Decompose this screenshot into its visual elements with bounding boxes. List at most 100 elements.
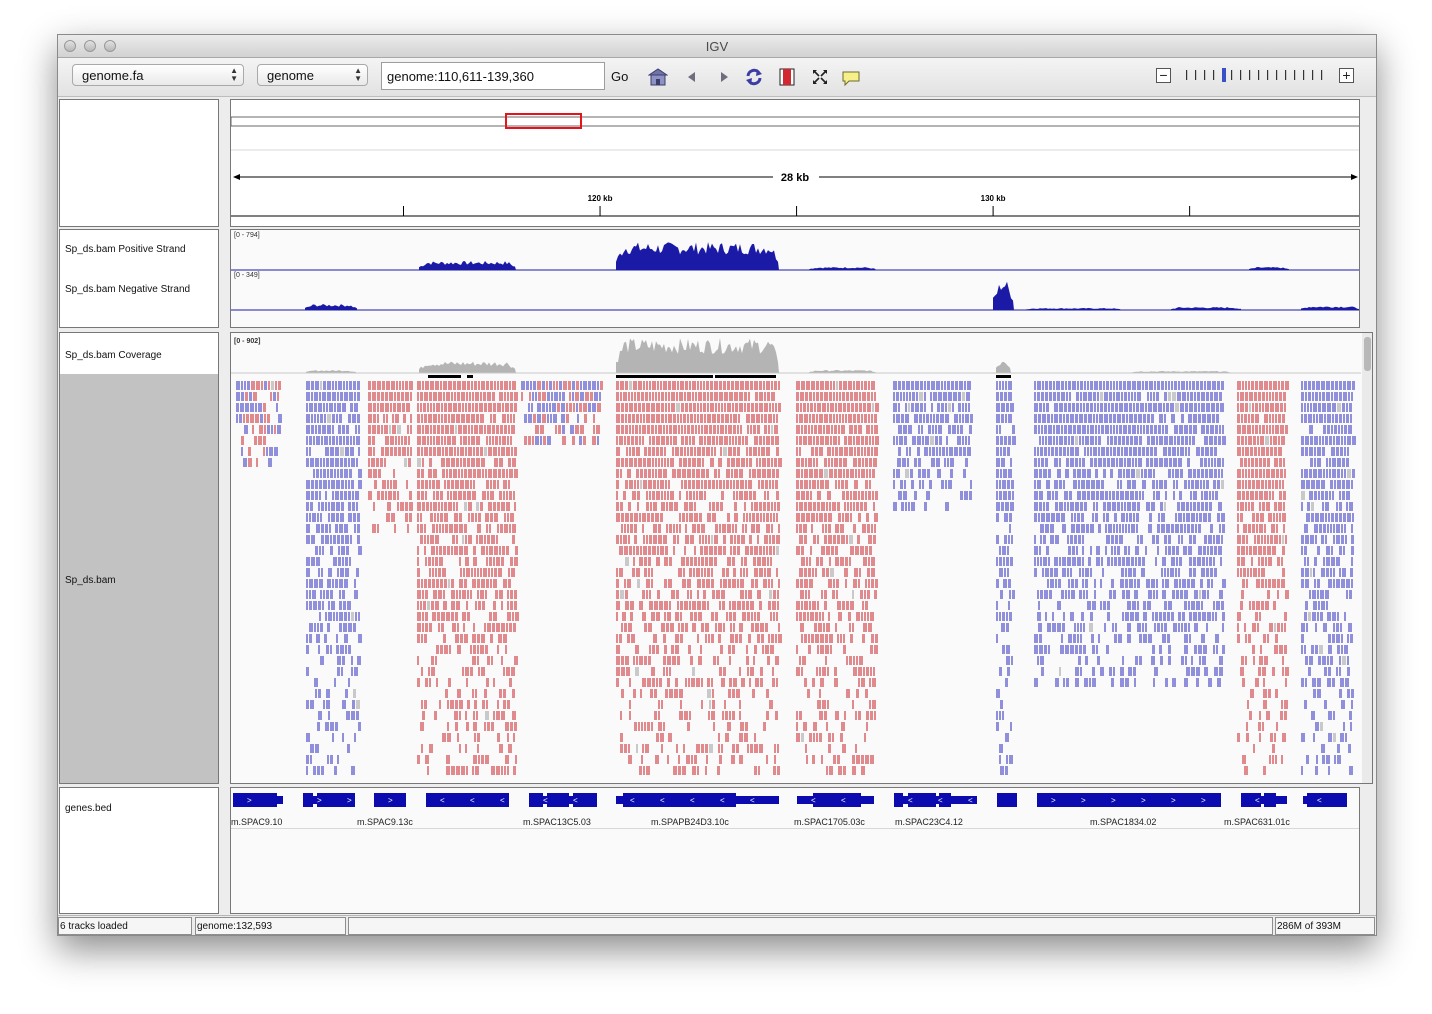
- strand-data-panel[interactable]: [0 - 794] [0 - 349]: [230, 229, 1360, 328]
- gene-feature[interactable]: < < <: [894, 793, 977, 807]
- read: [815, 612, 818, 621]
- read: [1100, 579, 1102, 588]
- strand-arrow-icon: <: [573, 796, 578, 805]
- read: [1103, 601, 1106, 610]
- scrollbar-thumb[interactable]: [1364, 337, 1371, 371]
- zoom-tick: [1312, 70, 1314, 80]
- ruler-panel[interactable]: 28 kb 120 kb 130 kb: [230, 99, 1360, 227]
- read: [820, 678, 824, 687]
- locus-input[interactable]: genome:110,611-139,360: [381, 62, 605, 90]
- gene-exon: [426, 793, 509, 807]
- forward-icon[interactable]: [714, 67, 734, 87]
- fit-to-window-icon[interactable]: [810, 67, 830, 87]
- read: [1307, 403, 1309, 412]
- read: [1061, 634, 1063, 643]
- read: [648, 546, 651, 555]
- read: [1342, 491, 1345, 500]
- read: [862, 458, 864, 467]
- roi-icon[interactable]: [777, 67, 797, 87]
- zoom-slider[interactable]: [1181, 68, 1331, 82]
- read: [760, 678, 763, 687]
- gene-feature[interactable]: > >: [303, 793, 355, 807]
- read: [1167, 612, 1170, 621]
- read: [1113, 447, 1116, 456]
- read: [937, 403, 940, 412]
- read: [575, 425, 579, 434]
- read: [510, 392, 513, 401]
- read: [871, 392, 873, 401]
- vertical-scrollbar[interactable]: [1362, 333, 1373, 784]
- chromosome-ideogram[interactable]: [231, 116, 1360, 127]
- read: [752, 689, 755, 698]
- coverage-track-name[interactable]: Sp_ds.bam Coverage: [65, 350, 162, 361]
- read: [1317, 447, 1321, 456]
- negative-strand-track-name[interactable]: Sp_ds.bam Negative Strand: [65, 284, 190, 295]
- back-icon[interactable]: [682, 67, 702, 87]
- read: [1214, 546, 1217, 555]
- gene-feature[interactable]: < <: [529, 793, 597, 807]
- coverage-marker: [996, 375, 1011, 378]
- read: [656, 612, 660, 621]
- genes-track-name[interactable]: genes.bed: [65, 803, 112, 814]
- read: [1142, 447, 1145, 456]
- gene-feature[interactable]: >: [374, 793, 406, 807]
- read: [513, 491, 515, 500]
- read: [1304, 557, 1306, 566]
- feature-data-panel[interactable]: > > > > < < < < < < < < < < < < < < < > > > > > > < < m.SPAC9.10 m…: [230, 787, 1360, 914]
- read: [579, 436, 582, 445]
- read: [458, 425, 462, 434]
- read: [438, 502, 440, 511]
- read: [1280, 469, 1283, 478]
- refresh-icon[interactable]: [744, 67, 764, 87]
- read: [875, 634, 878, 643]
- read: [510, 513, 514, 522]
- gene-feature[interactable]: >: [233, 793, 283, 807]
- read: [1165, 579, 1169, 588]
- go-button[interactable]: Go: [611, 69, 628, 84]
- read: [689, 491, 692, 500]
- gene-feature[interactable]: <: [1303, 793, 1347, 807]
- read: [1077, 469, 1081, 478]
- gene-feature[interactable]: > > > > > >: [1037, 793, 1221, 807]
- read: [488, 469, 492, 478]
- chromosome-select[interactable]: genome ▲ ▼: [257, 64, 368, 86]
- gene-feature[interactable]: < < < < <: [616, 793, 779, 807]
- zoom-in-button[interactable]: +: [1339, 68, 1354, 83]
- read: [1153, 590, 1155, 599]
- read: [1109, 491, 1111, 500]
- read: [449, 469, 452, 478]
- read: [1349, 711, 1352, 720]
- read: [389, 425, 391, 434]
- read: [825, 645, 829, 654]
- read: [1118, 436, 1121, 445]
- gene-feature[interactable]: < <: [797, 793, 874, 807]
- read: [451, 392, 453, 401]
- gene-feature[interactable]: <: [1241, 793, 1287, 807]
- popup-text-icon[interactable]: [841, 67, 861, 87]
- read: [1134, 436, 1138, 445]
- read: [428, 667, 430, 676]
- alignment-track-name[interactable]: Sp_ds.bam: [65, 575, 116, 586]
- read: [557, 403, 560, 412]
- home-icon[interactable]: [648, 67, 668, 87]
- zoom-out-button[interactable]: −: [1156, 68, 1171, 83]
- genome-select[interactable]: genome.fa ▲ ▼: [72, 64, 244, 86]
- read: [1191, 480, 1194, 489]
- zoom-slider-thumb[interactable]: [1222, 68, 1226, 82]
- read: [1064, 425, 1067, 434]
- read: [462, 535, 464, 544]
- positive-strand-track-name[interactable]: Sp_ds.bam Positive Strand: [65, 244, 186, 255]
- read: [1314, 579, 1316, 588]
- read: [562, 436, 566, 445]
- read: [492, 623, 495, 632]
- gene-feature[interactable]: < < <: [426, 793, 509, 807]
- read: [698, 656, 702, 665]
- read: [957, 425, 959, 434]
- read: [681, 436, 684, 445]
- read: [714, 469, 717, 478]
- gene-feature[interactable]: [997, 793, 1017, 807]
- read: [546, 381, 548, 390]
- read: [1326, 381, 1330, 390]
- read: [1003, 557, 1005, 566]
- alignment-data-panel[interactable]: [0 - 902]: [230, 332, 1373, 784]
